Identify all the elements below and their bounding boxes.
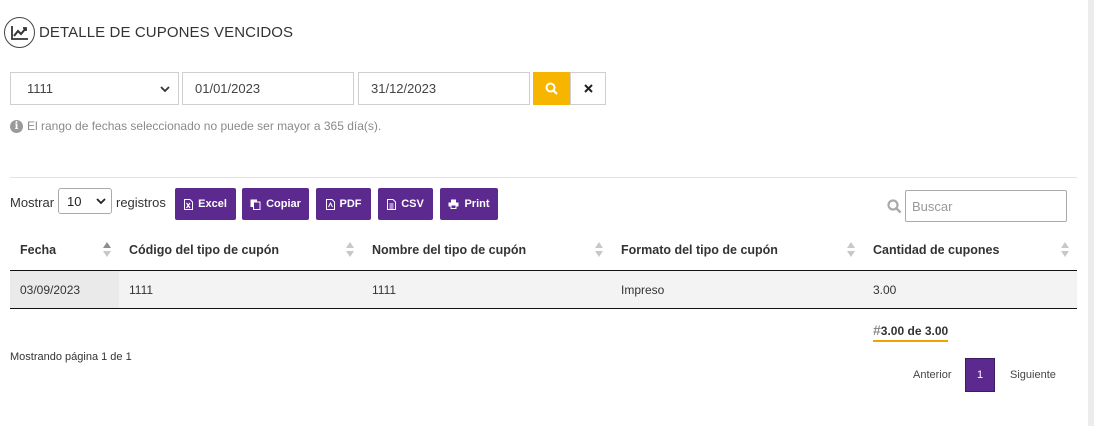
print-button[interactable]: Print xyxy=(440,188,498,220)
column-header-fecha[interactable]: Fecha xyxy=(10,229,119,270)
page-length-value: 10 xyxy=(67,193,82,209)
column-header-label: Nombre del tipo de cupón xyxy=(372,242,527,257)
column-header-codigo[interactable]: Código del tipo de cupón xyxy=(119,229,362,270)
cell-nombre: 1111 xyxy=(372,282,397,297)
table-header: Fecha Código del tipo de cupón Nombre de… xyxy=(10,229,1077,271)
divider xyxy=(10,177,1077,178)
column-header-label: Formato del tipo de cupón xyxy=(621,242,778,257)
cell-fecha: 03/09/2023 xyxy=(10,271,119,308)
hint-text: El rango de fechas seleccionado no puede… xyxy=(27,119,382,133)
file-csv-icon xyxy=(387,198,397,210)
search-placeholder: Buscar xyxy=(912,198,953,214)
table-search: Buscar xyxy=(887,190,1067,222)
cell-codigo: 1111 xyxy=(129,282,154,297)
print-label: Print xyxy=(464,198,490,210)
coupon-type-select[interactable]: 1111 xyxy=(10,72,179,105)
copy-label: Copiar xyxy=(266,198,301,210)
sort-icon xyxy=(103,242,111,257)
page-title: DETALLE DE CUPONES VENCIDOS xyxy=(39,24,294,41)
excel-button[interactable]: Excel xyxy=(175,188,236,220)
copy-button[interactable]: Copiar xyxy=(242,188,309,220)
info-icon: i xyxy=(10,119,23,133)
pagination-info: Mostrando página 1 de 1 xyxy=(10,351,132,363)
previous-page-link[interactable]: Anterior xyxy=(913,369,952,381)
next-page-link[interactable]: Siguiente xyxy=(1010,369,1056,381)
table-total: #3.00 de 3.00 xyxy=(873,322,949,342)
date-range-hint: i El rango de fechas seleccionado no pue… xyxy=(10,119,381,133)
date-from-value: 01/01/2023 xyxy=(195,81,261,96)
search-button[interactable] xyxy=(533,72,570,105)
page-scrollbar[interactable] xyxy=(1088,0,1094,426)
chart-line-icon xyxy=(4,17,35,48)
file-pdf-icon xyxy=(325,198,335,210)
sort-icon xyxy=(595,242,603,257)
table-row[interactable]: 03/09/2023 1111 1111 Impreso 3.00 xyxy=(10,271,1077,309)
cell-cantidad: 3.00 xyxy=(873,282,897,297)
sort-icon xyxy=(847,242,855,257)
file-excel-icon xyxy=(184,198,194,210)
csv-label: CSV xyxy=(401,198,424,210)
pdf-label: PDF xyxy=(339,198,362,210)
sort-icon xyxy=(1061,242,1069,257)
print-icon xyxy=(448,199,459,209)
excel-label: Excel xyxy=(198,198,227,210)
column-header-label: Cantidad de cupones xyxy=(873,242,1000,257)
column-header-cantidad[interactable]: Cantidad de cupones xyxy=(863,229,1077,270)
coupons-table: Fecha Código del tipo de cupón Nombre de… xyxy=(10,229,1077,309)
column-header-label: Código del tipo de cupón xyxy=(129,242,279,257)
csv-button[interactable]: CSV xyxy=(378,188,433,220)
page-header: DETALLE DE CUPONES VENCIDOS xyxy=(4,17,293,48)
table-search-input[interactable]: Buscar xyxy=(905,190,1067,222)
records-label: registros xyxy=(116,195,166,210)
chevron-down-icon xyxy=(160,86,170,93)
pdf-button[interactable]: PDF xyxy=(316,188,371,220)
date-to-value: 31/12/2023 xyxy=(371,81,437,96)
column-header-label: Fecha xyxy=(20,242,57,257)
search-icon xyxy=(887,198,902,213)
coupon-type-value: 1111 xyxy=(27,81,54,96)
page-number: 1 xyxy=(976,369,984,381)
show-label: Mostrar xyxy=(10,195,55,210)
date-from-input[interactable]: 01/01/2023 xyxy=(182,72,354,105)
total-value: 3.00 de 3.00 xyxy=(880,324,949,338)
page-length-select[interactable]: 10 xyxy=(58,188,112,214)
cell-formato: Impreso xyxy=(621,282,665,297)
copy-icon xyxy=(250,199,261,210)
sort-icon xyxy=(346,242,354,257)
chevron-down-icon xyxy=(96,198,106,205)
search-icon xyxy=(545,82,558,95)
date-to-input[interactable]: 31/12/2023 xyxy=(358,72,530,105)
column-header-nombre[interactable]: Nombre del tipo de cupón xyxy=(362,229,611,270)
total-hash: # xyxy=(873,322,881,338)
clear-button[interactable] xyxy=(570,72,606,105)
column-header-formato[interactable]: Formato del tipo de cupón xyxy=(611,229,863,270)
page-button-1[interactable]: 1 xyxy=(965,358,995,392)
close-icon xyxy=(583,84,593,93)
